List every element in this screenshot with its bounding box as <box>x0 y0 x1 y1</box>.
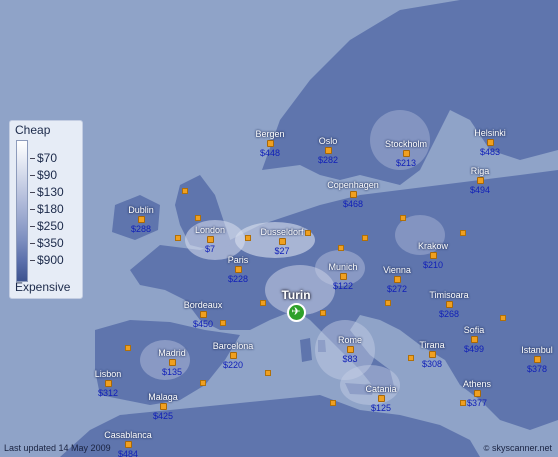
city-istanbul[interactable]: Istanbul $378 <box>497 345 558 374</box>
city-stockholm[interactable]: Stockholm $213 <box>366 139 446 168</box>
price-legend: Cheap $70 $90 $130 $180 $250 $350 $900 E… <box>9 120 83 299</box>
legend-expensive-label: Expensive <box>15 280 71 294</box>
airport-marker <box>168 359 176 366</box>
fare-map: Cheap $70 $90 $130 $180 $250 $350 $900 E… <box>0 0 558 457</box>
legend-cheap-label: Cheap <box>15 123 51 137</box>
airport-marker <box>385 300 391 306</box>
city-copenhagen[interactable]: Copenhagen $468 <box>313 180 393 209</box>
airport-marker <box>486 139 494 146</box>
airport-marker <box>476 177 484 184</box>
airport-marker <box>234 266 242 273</box>
city-athens[interactable]: Athens $377 <box>437 379 517 408</box>
airport-marker <box>324 147 332 154</box>
city-bordeaux[interactable]: Bordeaux $450 <box>163 300 243 329</box>
airport-marker <box>266 140 274 147</box>
legend-value: $70 <box>30 151 80 165</box>
legend-value: $90 <box>30 168 80 182</box>
city-helsinki[interactable]: Helsinki $483 <box>450 128 530 157</box>
brand-label: skyscanner.net <box>491 443 552 453</box>
city-dusseldorf[interactable]: Dusseldorf $27 <box>242 227 322 256</box>
city-barcelona[interactable]: Barcelona $220 <box>193 341 273 370</box>
last-updated: Last updated 14 May 2009 <box>4 443 111 453</box>
airport-marker <box>229 352 237 359</box>
origin-marker[interactable]: Turin ✈ <box>256 288 336 323</box>
airport-marker <box>460 230 466 236</box>
airport-marker <box>428 351 436 358</box>
airport-marker <box>400 215 406 221</box>
brand-credit[interactable]: © skyscanner.net <box>484 443 552 453</box>
legend-value: $250 <box>30 219 80 233</box>
airport-marker <box>533 356 541 363</box>
airport-marker <box>278 238 286 245</box>
airport-marker <box>182 188 188 194</box>
airport-marker <box>265 370 271 376</box>
airport-marker <box>124 441 132 448</box>
airport-marker <box>349 191 357 198</box>
airport-marker <box>104 380 112 387</box>
airport-marker <box>206 236 214 243</box>
airport-marker <box>393 276 401 283</box>
city-riga[interactable]: Riga $494 <box>440 166 520 195</box>
city-malaga[interactable]: Malaga $425 <box>123 392 203 421</box>
city-rome[interactable]: Rome $83 <box>310 335 390 364</box>
airport-marker <box>339 273 347 280</box>
city-timisoara[interactable]: Timisoara $268 <box>409 290 489 319</box>
airport-marker <box>473 390 481 397</box>
plane-icon: ✈ <box>286 303 306 322</box>
city-tirana[interactable]: Tirana $308 <box>392 340 472 369</box>
airport-marker <box>330 400 336 406</box>
airport-marker <box>195 215 201 221</box>
legend-value: $350 <box>30 236 80 250</box>
airport-marker <box>402 150 410 157</box>
airport-marker <box>429 252 437 259</box>
airport-marker <box>377 395 385 402</box>
copyright-icon: © <box>483 444 490 453</box>
city-paris[interactable]: Paris $228 <box>198 255 278 284</box>
airport-marker <box>200 380 206 386</box>
legend-value: $180 <box>30 202 80 216</box>
legend-value: $130 <box>30 185 80 199</box>
origin-label: Turin <box>281 288 311 302</box>
airport-marker <box>199 311 207 318</box>
city-dublin[interactable]: Dublin $288 <box>101 205 181 234</box>
city-london[interactable]: London $7 <box>170 225 250 254</box>
airport-marker <box>338 245 344 251</box>
city-catania[interactable]: Catania $125 <box>341 384 421 413</box>
airport-marker <box>445 301 453 308</box>
airport-marker <box>362 235 368 241</box>
airport-marker <box>125 345 131 351</box>
airport-marker <box>500 315 506 321</box>
airport-marker <box>137 216 145 223</box>
legend-gradient <box>16 140 28 282</box>
legend-value: $900 <box>30 253 80 267</box>
airport-marker <box>159 403 167 410</box>
city-oslo[interactable]: Oslo $282 <box>288 136 368 165</box>
airport-marker <box>346 346 354 353</box>
